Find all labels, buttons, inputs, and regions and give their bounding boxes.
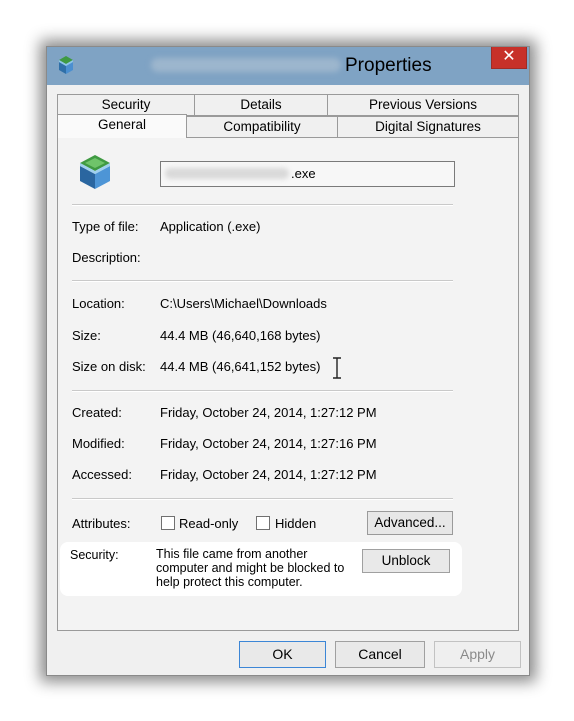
accessed-label: Accessed: (72, 467, 132, 482)
title-bar[interactable]: Properties ✕ (47, 47, 529, 85)
unblock-button-label: Unblock (381, 553, 431, 568)
filename-field[interactable]: .exe (160, 161, 455, 187)
size-on-disk-value: 44.4 MB (46,641,152 bytes) (160, 359, 321, 374)
app-package-icon (59, 56, 73, 74)
text-cursor-icon (333, 357, 341, 379)
ok-button[interactable]: OK (239, 641, 326, 668)
tab-label: Compatibility (223, 119, 301, 134)
readonly-label: Read-only (179, 516, 239, 531)
tab-security[interactable]: Security (57, 94, 195, 116)
app-package-icon (80, 155, 110, 189)
separator (72, 280, 453, 282)
hidden-label: Hidden (275, 516, 317, 531)
window-title: Properties (345, 55, 432, 76)
filename-extension: .exe (291, 166, 316, 181)
location-value: C:\Users\Michael\Downloads (160, 296, 327, 311)
redacted-filename (151, 58, 341, 72)
accessed-value: Friday, October 24, 2014, 1:27:12 PM (160, 467, 377, 482)
created-label: Created: (72, 405, 122, 420)
tab-label: General (97, 117, 147, 132)
tab-label: Previous Versions (368, 97, 478, 112)
security-message: This file came from another computer and… (156, 547, 345, 589)
separator (72, 204, 453, 206)
tab-label: Security (101, 97, 151, 112)
ok-button-label: OK (272, 646, 293, 662)
security-label: Security: (70, 548, 119, 562)
separator (72, 498, 453, 500)
type-of-file-value: Application (.exe) (160, 219, 261, 234)
tab-digital-signatures[interactable]: Digital Signatures (337, 116, 519, 138)
created-value: Friday, October 24, 2014, 1:27:12 PM (160, 405, 377, 420)
cancel-button-label: Cancel (358, 646, 402, 662)
unblock-button[interactable]: Unblock (362, 549, 450, 573)
close-button[interactable]: ✕ (491, 47, 527, 69)
apply-button[interactable]: Apply (434, 641, 521, 668)
attributes-label: Attributes: (72, 516, 131, 531)
description-label: Description: (72, 250, 141, 265)
modified-value: Friday, October 24, 2014, 1:27:16 PM (160, 436, 377, 451)
type-of-file-label: Type of file: (72, 219, 139, 234)
modified-label: Modified: (72, 436, 125, 451)
advanced-button-label: Advanced... (374, 515, 446, 530)
tab-details[interactable]: Details (194, 94, 328, 116)
tab-general[interactable]: General (57, 114, 187, 138)
tab-label: Details (240, 97, 282, 112)
readonly-checkbox[interactable] (161, 516, 175, 530)
advanced-button[interactable]: Advanced... (367, 511, 453, 535)
cancel-button[interactable]: Cancel (335, 641, 425, 668)
tab-label: Digital Signatures (375, 119, 481, 134)
redacted-filename (165, 168, 289, 179)
hidden-checkbox[interactable] (256, 516, 270, 530)
size-label: Size: (72, 328, 101, 343)
separator (72, 390, 453, 392)
size-on-disk-label: Size on disk: (72, 359, 146, 374)
location-label: Location: (72, 296, 125, 311)
size-value: 44.4 MB (46,640,168 bytes) (160, 328, 321, 343)
tab-previous-versions[interactable]: Previous Versions (327, 94, 519, 116)
tab-compatibility[interactable]: Compatibility (186, 116, 338, 138)
apply-button-label: Apply (459, 646, 496, 662)
close-icon: ✕ (502, 48, 516, 65)
security-section: Security: This file came from another co… (60, 542, 462, 596)
